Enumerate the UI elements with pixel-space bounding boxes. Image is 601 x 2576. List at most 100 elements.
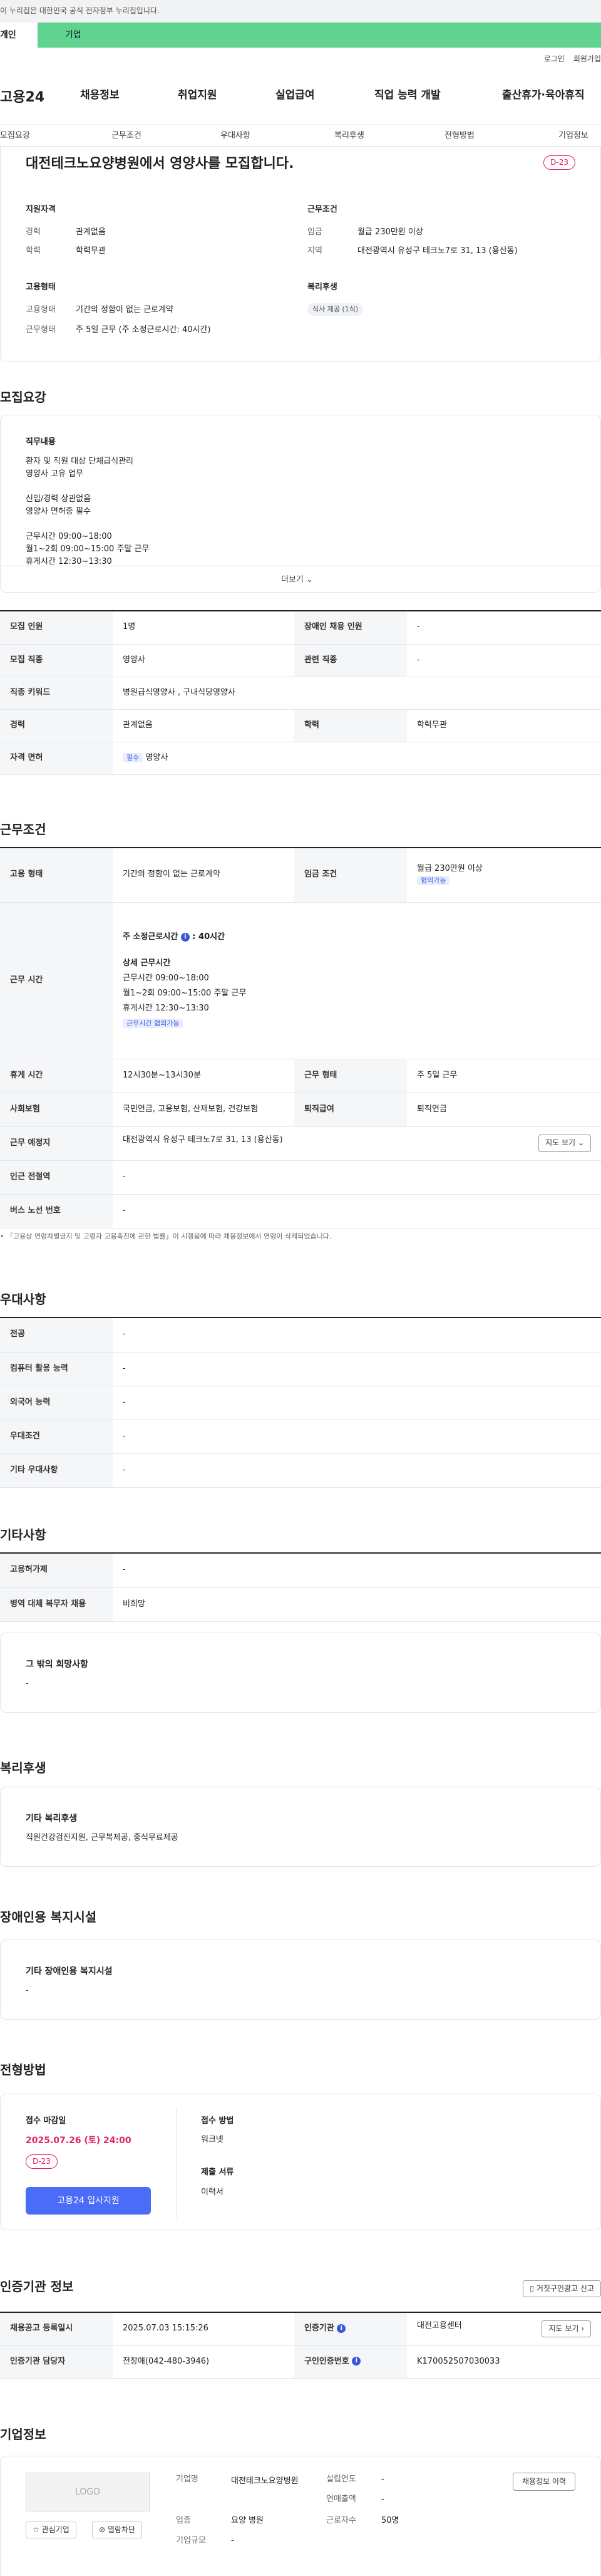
map-button[interactable]: 지도 보기 ⌄	[538, 1135, 591, 1152]
required-badge: 필수	[123, 752, 143, 762]
anchor-work[interactable]: 근무조건	[111, 130, 141, 142]
gnb-employment-support[interactable]: 취업지원	[178, 88, 217, 103]
table-row: 고용 형태 기간의 정함이 없는 근로계약 임금 조건 월급 230만원 이상 협…	[0, 848, 601, 903]
time-line: 월1~2회 09:00~15:00 주말 근무	[123, 989, 247, 998]
info-icon[interactable]: i	[180, 932, 190, 942]
row-label: 근무 형태	[294, 1059, 407, 1093]
row-value: -	[113, 1554, 601, 1588]
docs-label: 제출 서류	[201, 2168, 234, 2177]
anchor-process[interactable]: 전형방법	[444, 130, 475, 142]
table-row: 직종 키워드 병원급식영양사 , 구내식당영양사	[0, 677, 601, 710]
org-map-button[interactable]: 지도 보기 ›	[542, 2320, 591, 2338]
company-label: 설립연도	[326, 2475, 356, 2484]
more-button[interactable]: 더보기 ⌄	[281, 574, 313, 586]
anchor-company[interactable]: 기업정보	[558, 130, 588, 142]
company-label: 기업명	[176, 2475, 198, 2484]
table-row: 근무 시간 주 소정근로시간 i : 40시간 상세 근무시간 근무시간 09:…	[0, 902, 601, 1059]
row-label: 모집 인원	[0, 611, 113, 645]
signup-link[interactable]: 회원가입	[573, 55, 601, 63]
weekly-hours-label: 주 소정근로시간	[123, 932, 178, 942]
box-title: 그 밖의 희망사항	[26, 1659, 88, 1670]
company-founded: -	[381, 2475, 384, 2484]
anchor-benefit[interactable]: 복리후생	[334, 130, 364, 142]
section-title-cert: 인증기관 정보	[0, 2279, 74, 2294]
favorite-company-button[interactable]: ☆ 관심기업	[26, 2521, 76, 2539]
duty-box: 직무내용 환자 및 직원 대상 단체급식관리 영양사 고유 업무 신입/경력 상…	[0, 415, 601, 593]
row-value: -	[407, 611, 601, 645]
disabled-box: 기타 장애인용 복지시설 -	[0, 1940, 601, 2020]
anchor-prefer[interactable]: 우대사항	[220, 130, 250, 142]
company-box: LOGO ☆ 관심기업 ⊘ 열람차단 기업명 대전테크노요양병원 업종 요양 병…	[0, 2456, 601, 2576]
chevron-right-icon: ›	[581, 2324, 584, 2334]
row-label: 직종 키워드	[0, 677, 113, 710]
row-value: -	[113, 1160, 601, 1195]
row-value: -	[407, 644, 601, 677]
block-icon: ⊘	[99, 2525, 106, 2534]
anchor-recruit[interactable]: 모집요강	[0, 130, 30, 142]
block-view-button[interactable]: ⊘ 열람차단	[92, 2521, 143, 2539]
tab-personal[interactable]: 개인	[0, 23, 38, 48]
row-value: 전창애(042-480-3946)	[113, 2345, 294, 2379]
age-law-note: • 「고용상 연령차별금지 및 고령자 고용촉진에 관한 법률」이 시행됨에 따…	[0, 1232, 332, 1240]
box-title: 기타 복리후생	[26, 1814, 78, 1824]
box-title: 기타 장애인용 복지시설	[26, 1966, 113, 1976]
login-link[interactable]: 로그인	[544, 55, 565, 63]
row-label: 기타 우대사항	[0, 1453, 113, 1488]
row-value: -	[113, 1453, 601, 1488]
row-label: 병역 대체 복무자 채용	[0, 1587, 113, 1622]
gnb-unemployment-benefit[interactable]: 실업급여	[275, 88, 315, 103]
gnb-vocational-training[interactable]: 직업 능력 개발	[374, 88, 441, 103]
time-detail-title: 상세 근무시간	[123, 958, 171, 968]
table-row: 컴퓨터 활용 능력 -	[0, 1352, 601, 1386]
cond-value: 월급 230만원 이상	[357, 227, 423, 237]
info-icon[interactable]: i	[352, 2357, 361, 2366]
row-label: 채용공고 등록일시	[0, 2313, 113, 2346]
table-row: 인근 전철역 -	[0, 1160, 601, 1195]
row-label: 관련 직종	[294, 644, 407, 677]
time-negotiable-chip: 근무시간 협의가능	[123, 1019, 183, 1028]
cond-label: 임금	[307, 227, 322, 237]
table-row: 버스 노선 번호 -	[0, 1194, 601, 1228]
row-label: 근무 시간	[0, 902, 113, 1059]
row-value: K170052507030033	[407, 2345, 601, 2379]
duty-line: 신입/경력 상관없음	[26, 494, 91, 504]
row-label: 임금 조건	[294, 848, 407, 903]
row-value: 비희망	[113, 1587, 601, 1622]
apply-button[interactable]: 고용24 입사지원	[26, 2187, 151, 2215]
table-row: 인증기관 담당자 전창애(042-480-3946) 구인인증번호 i K170…	[0, 2345, 601, 2379]
emp-value: 주 5일 근무 (주 소정근로시간: 40시간)	[76, 325, 211, 335]
etc-table: 고용허가제 - 병역 대체 복무자 채용 비희망	[0, 1552, 601, 1622]
gnb-parental-leave[interactable]: 출산휴가·육아휴직	[502, 88, 585, 103]
table-row: 채용공고 등록일시 2025.07.03 15:15:26 인증기관 i 대전고…	[0, 2313, 601, 2346]
gnb-jobs[interactable]: 채용정보	[80, 88, 120, 103]
welfare-title: 복리후생	[307, 283, 337, 292]
row-value: 병원급식영양사 , 구내식당영양사	[113, 677, 601, 710]
row-label: 휴게 시간	[0, 1059, 113, 1093]
cert-no-label: 구인인증번호	[304, 2356, 349, 2366]
util-links: 로그인 회원가입	[535, 54, 601, 65]
anchor-nav: 모집요강 근무조건 우대사항 복리후생 전형방법 기업정보	[0, 124, 601, 147]
company-industry: 요양 병원	[231, 2516, 264, 2525]
qual-title: 지원자격	[26, 205, 56, 214]
row-value: -	[113, 1386, 601, 1420]
job-title: 대전테크노요양병원에서 영양사를 모집합니다.	[26, 156, 294, 172]
section-title-benefit: 복리후생	[0, 1760, 46, 1775]
info-icon[interactable]: i	[337, 2324, 346, 2333]
row-label: 학력	[294, 709, 407, 742]
note-text: 「고용상 연령차별금지 및 고령자 고용촉진에 관한 법률」이 시행됨에 따라 …	[6, 1232, 332, 1240]
wage-value: 월급 230만원 이상	[417, 863, 483, 873]
table-row: 우대조건 -	[0, 1420, 601, 1454]
row-value: 1명	[113, 611, 294, 645]
section-title-disabled: 장애인용 복지시설	[0, 1909, 97, 1924]
table-row: 모집 직종 영양사 관련 직종 -	[0, 644, 601, 677]
report-fake-ad-button[interactable]: ▯ 거짓구인광고 신고	[523, 2280, 601, 2298]
tab-company[interactable]: 기업	[38, 23, 601, 48]
org-label: 인증기관	[304, 2324, 334, 2334]
method-label: 접수 방법	[201, 2116, 234, 2126]
row-value: 학력무관	[407, 709, 601, 742]
site-logo[interactable]: 고용24	[0, 88, 44, 108]
chevron-down-icon: ⌄	[577, 1138, 584, 1148]
job-history-button[interactable]: 채용정보 이력	[512, 2473, 575, 2491]
cert-table: 채용공고 등록일시 2025.07.03 15:15:26 인증기관 i 대전고…	[0, 2312, 601, 2379]
row-label: 퇴직급여	[294, 1093, 407, 1127]
